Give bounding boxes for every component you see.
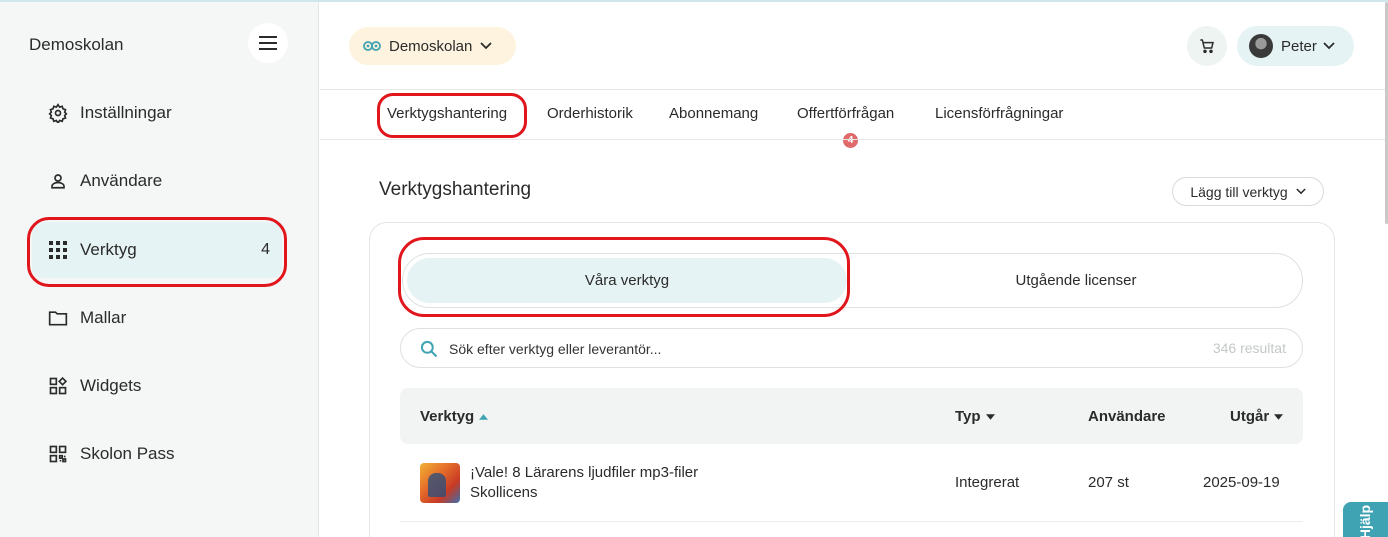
chevron-down-icon bbox=[480, 42, 493, 50]
tab-orderhistorik[interactable]: Orderhistorik bbox=[547, 105, 633, 122]
school-logo-icon bbox=[363, 41, 381, 51]
sidebar-item-label: Inställningar bbox=[80, 103, 172, 122]
column-header-typ[interactable]: Typ bbox=[955, 408, 995, 425]
sidebar-item-installningar[interactable]: Inställningar bbox=[32, 85, 282, 141]
column-label: Verktyg bbox=[420, 408, 475, 425]
sort-down-icon bbox=[1274, 413, 1284, 420]
table-header: Verktyg Typ Användare Utgår bbox=[400, 388, 1303, 444]
tool-thumbnail bbox=[420, 463, 460, 503]
column-header-utgar[interactable]: Utgår bbox=[1230, 408, 1284, 425]
help-label: Hjälp bbox=[1357, 504, 1374, 537]
tool-title: ¡Vale! 8 Lärarens ljudfiler mp3-filer bbox=[470, 464, 699, 481]
sidebar-item-label: Mallar bbox=[80, 308, 127, 327]
folder-icon bbox=[46, 306, 70, 330]
result-count: 346 resultat bbox=[1212, 340, 1286, 356]
gear-icon bbox=[46, 101, 70, 125]
cart-icon bbox=[1200, 39, 1214, 54]
search-icon bbox=[420, 340, 438, 358]
qr-icon bbox=[46, 442, 70, 466]
sidebar-brand: Demoskolan bbox=[29, 35, 124, 54]
segment-vara-verktyg[interactable]: Våra verktyg bbox=[407, 258, 847, 303]
table-row[interactable]: ¡Vale! 8 Lärarens ljudfiler mp3-filer Sk… bbox=[400, 444, 1303, 522]
column-label: Typ bbox=[955, 408, 981, 425]
tool-license: Skollicens bbox=[470, 484, 538, 501]
menu-toggle-button[interactable] bbox=[248, 23, 288, 63]
sidebar-item-label: Användare bbox=[80, 171, 163, 190]
school-selector[interactable]: Demoskolan bbox=[349, 27, 516, 65]
sidebar-item-widgets[interactable]: Widgets bbox=[32, 358, 282, 414]
user-icon bbox=[46, 169, 70, 193]
tool-type: Integrerat bbox=[955, 474, 1020, 491]
sidebar-item-mallar[interactable]: Mallar bbox=[32, 290, 282, 346]
sidebar-item-label: Skolon Pass bbox=[80, 444, 175, 463]
tab-licensforfragningar[interactable]: Licensförfrågningar bbox=[935, 105, 1063, 122]
school-selector-label: Demoskolan bbox=[389, 37, 473, 55]
avatar bbox=[1249, 34, 1273, 58]
hamburger-icon bbox=[259, 36, 277, 50]
chevron-down-icon bbox=[1323, 42, 1335, 50]
widgets-icon bbox=[46, 374, 70, 398]
tool-count: 4 bbox=[261, 241, 270, 258]
sidebar-item-skolon-pass[interactable]: Skolon Pass bbox=[32, 426, 282, 482]
sidebar-item-verktyg[interactable]: Verktyg 4 bbox=[32, 222, 282, 278]
add-tool-label: Lägg till verktyg bbox=[1190, 183, 1288, 200]
tool-users: 207 st bbox=[1088, 474, 1129, 491]
add-tool-button[interactable]: Lägg till verktyg bbox=[1172, 177, 1324, 206]
column-label: Användare bbox=[1088, 408, 1166, 425]
user-menu[interactable]: Peter bbox=[1237, 26, 1354, 66]
sidebar-item-label: Verktyg bbox=[80, 240, 137, 259]
segment-utgaende-licenser[interactable]: Utgående licenser bbox=[852, 258, 1300, 303]
notification-badge: 4 bbox=[843, 133, 858, 148]
sidebar-item-label: Widgets bbox=[80, 376, 142, 395]
header-divider bbox=[320, 89, 1385, 90]
tab-verktygshantering[interactable]: Verktygshantering bbox=[387, 105, 507, 122]
user-name: Peter bbox=[1281, 37, 1317, 55]
column-label: Utgår bbox=[1230, 408, 1270, 425]
grid-icon bbox=[46, 238, 70, 262]
cart-button[interactable] bbox=[1187, 26, 1227, 66]
sidebar-item-anvandare[interactable]: Användare bbox=[32, 153, 282, 209]
sort-up-icon bbox=[479, 413, 489, 420]
column-header-anvandare: Användare bbox=[1088, 408, 1166, 425]
sort-down-icon bbox=[985, 413, 995, 420]
chevron-down-icon bbox=[1295, 188, 1306, 195]
help-button[interactable]: Hjälp bbox=[1343, 502, 1388, 537]
column-header-verktyg[interactable]: Verktyg bbox=[420, 408, 489, 425]
page-title: Verktygshantering bbox=[379, 179, 532, 200]
tab-abonnemang[interactable]: Abonnemang bbox=[669, 105, 758, 122]
tabs-divider bbox=[320, 139, 1385, 140]
search-input[interactable] bbox=[449, 338, 1149, 360]
tab-offertforfragan[interactable]: Offertförfrågan bbox=[797, 105, 894, 122]
tool-expires: 2025-09-19 bbox=[1203, 474, 1280, 491]
search-field[interactable]: 346 resultat bbox=[400, 328, 1303, 368]
